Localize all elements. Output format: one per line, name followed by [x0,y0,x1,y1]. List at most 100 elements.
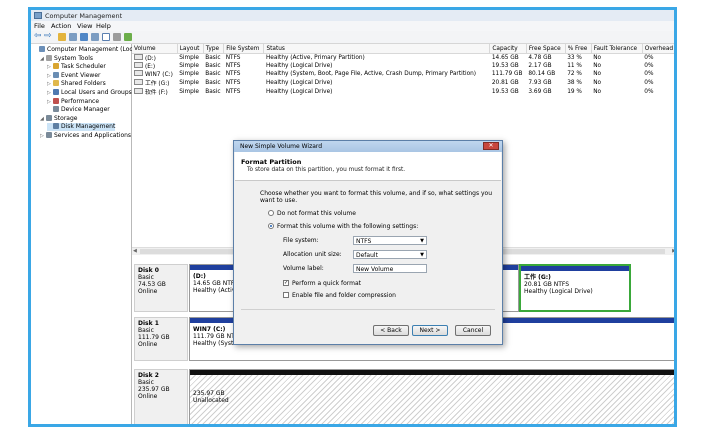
quick-format-label: Perform a quick format [292,280,362,287]
table-cell: 0% [644,88,654,95]
table-cell: 3.69 GB [528,88,552,95]
tree-item-label: Device Manager [61,106,110,114]
tree-item-services-and-applications[interactable]: ▷ Services and Applications [40,132,131,140]
tree-item-system-tools[interactable]: ◢ System Tools [40,54,93,63]
tree-item-performance[interactable]: ▷ Performance [47,97,100,106]
disk-0-label[interactable]: Disk 0 Basic 74.53 GB Online [134,264,188,312]
table-cell: Simple [179,88,199,95]
tree-item-label: Computer Management (Local [47,46,139,53]
wizard-title-bar: New Simple Volume Wizard ✕ [234,141,502,152]
menu-action[interactable]: Action [51,22,71,30]
allocation-size-select[interactable]: Default ▼ [353,250,427,259]
column-header[interactable]: Capacity [489,44,527,54]
disk-2-type: Basic [138,379,154,386]
table-cell: 19.53 GB [491,88,519,95]
partition-c-name: WIN7 (C:) [193,326,226,333]
properties-icon[interactable] [80,33,88,41]
volume-label-input[interactable]: New Volume [353,264,427,273]
disk-0-type: Basic [138,274,154,281]
column-header[interactable]: Volume [132,44,178,54]
column-header[interactable]: % Free [565,44,592,54]
column-header[interactable]: Layout [177,44,204,54]
next-button[interactable]: Next > [412,325,448,336]
table-row[interactable]: (E:) Simple Basic NTFS Healthy (Logical Driv… [132,62,674,70]
column-header[interactable]: Fault Tolerance [591,44,643,54]
tree-item-device-manager[interactable]: Device Manager [47,106,110,114]
table-row[interactable]: WIN7 (C:) Simple Basic NTFS Healthy (System,… [132,70,674,78]
drive-icon [134,54,143,60]
file-system-select[interactable]: NTFS ▼ [353,236,427,245]
table-cell: Simple [179,55,199,61]
table-cell: NTFS [225,71,241,77]
tree-item-computer-management-local[interactable]: Computer Management (Local [33,46,138,54]
unallocated-space[interactable]: 235.97 GB Unallocated [189,369,674,424]
unallocated-bar [190,370,674,375]
disk-2-state: Online [138,393,158,400]
list-view-icon[interactable] [91,33,99,41]
back-button[interactable]: < Back [373,325,409,336]
back-arrow-icon[interactable]: ⇦ [34,32,42,41]
console-tree-icon[interactable] [69,33,77,41]
quick-format-checkbox[interactable]: ✓ [283,280,289,286]
column-header[interactable]: Free Space [526,44,566,54]
tree-item-label: Services and Applications [54,132,132,139]
scroll-right-icon[interactable]: ▶ [672,248,674,254]
tree-item-label: Local Users and Groups [61,89,132,96]
disk-1-size: 111.79 GB [138,334,170,341]
menu-file[interactable]: File [34,22,45,30]
tree-node-icon [53,123,59,130]
table-row[interactable]: 工作 (G:) Simple Basic NTFS Healthy (Logical D… [132,78,674,87]
partition-g-name: 工作 (G:) [524,274,551,281]
table-cell: Basic [205,79,221,86]
up-folder-icon[interactable] [58,33,66,41]
tree-item-storage[interactable]: ◢ Storage [40,114,78,123]
tree-item-task-scheduler[interactable]: ▷ Task Scheduler [47,63,106,71]
table-cell: 38 % [567,79,582,86]
table-cell: 19.53 GB [491,63,519,69]
table-cell: Simple [179,71,199,77]
partition-g-status: Healthy (Logical Drive) [524,288,593,295]
format-radio[interactable] [268,223,274,229]
tree-node-icon [53,71,59,78]
tree-item-label: Performance [61,97,100,105]
compression-checkbox[interactable] [283,292,289,298]
tree-item-disk-management[interactable]: Disk Management [47,123,116,132]
disk-settings-icon[interactable] [113,33,121,41]
rescan-icon[interactable] [124,33,132,41]
disk-0-state: Online [138,288,158,295]
no-format-radio[interactable] [268,210,274,216]
dropdown-arrow-icon: ▼ [420,238,424,244]
table-row[interactable]: 软件 (F:) Simple Basic NTFS Healthy (Logical D… [132,87,674,96]
table-cell: 111.79 GB [491,71,523,77]
column-header[interactable]: Type [203,44,225,54]
menu-view[interactable]: View [77,22,92,30]
tree-item-label: Storage [54,114,78,122]
column-header[interactable]: File System [223,44,265,54]
table-cell: NTFS [225,55,241,61]
column-header[interactable]: Status [263,44,491,54]
menu-help[interactable]: Help [96,22,111,30]
drive-icon [134,79,143,85]
tree-item-shared-folders[interactable]: ▷ Shared Folders [47,80,106,88]
tree-item-local-users-and-groups[interactable]: ▷ Local Users and Groups [47,89,132,97]
table-cell: 4.78 GB [528,55,552,61]
disk-1-label[interactable]: Disk 1 Basic 111.79 GB Online [134,317,188,361]
column-header[interactable]: Overhead [642,44,674,54]
partition-g[interactable]: 工作 (G:) 20.81 GB NTFS Healthy (Logical D… [519,264,631,312]
scroll-left-icon[interactable]: ◀ [133,248,137,254]
partition-d-name: (D:) [193,273,206,280]
table-cell: 0% [644,55,654,61]
tree-item-label: Event Viewer [61,71,101,79]
cancel-button[interactable]: Cancel [455,325,491,336]
tree-item-event-viewer[interactable]: ▷ Event Viewer [47,71,101,80]
compression-label: Enable file and folder compression [292,292,396,299]
close-icon[interactable]: ✕ [483,142,499,150]
disk-2-label[interactable]: Disk 2 Basic 235.97 GB Online [134,369,188,424]
help-icon[interactable] [102,33,110,41]
forward-arrow-icon[interactable]: ⇨ [44,32,52,41]
volume-list-table: Volume Layout Type File System Status Capacit… [132,44,674,96]
table-cell: 11 % [567,63,582,69]
table-row[interactable]: (D:) Simple Basic NTFS Healthy (Active, Prim… [132,54,674,62]
wizard-divider [241,309,495,310]
table-cell: Basic [205,63,221,69]
